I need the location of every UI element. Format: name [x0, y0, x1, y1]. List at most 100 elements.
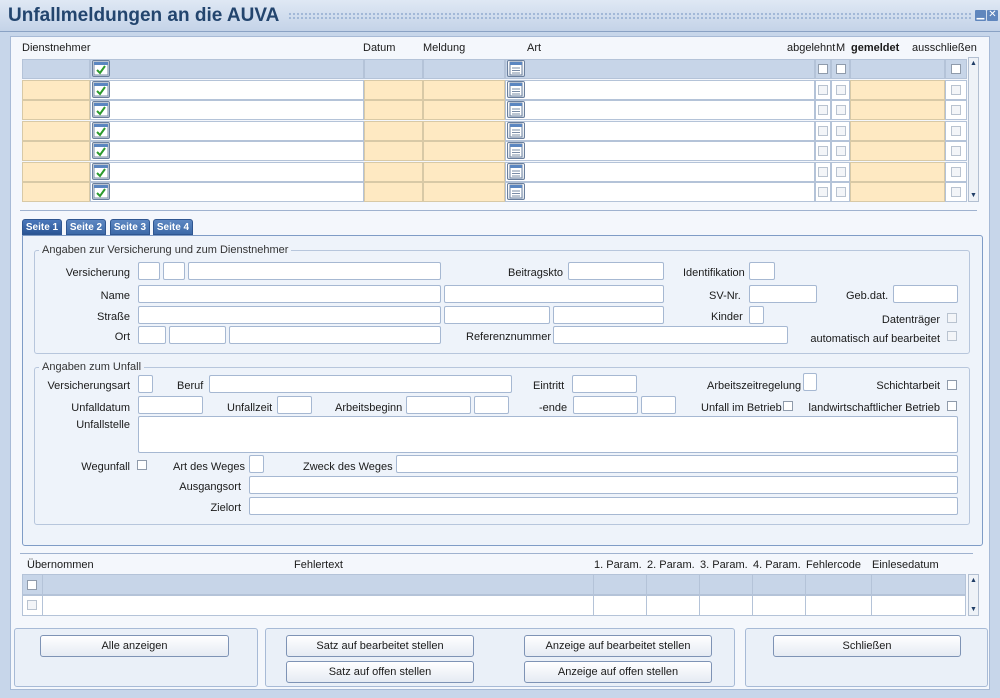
- ausschliessen-checkbox[interactable]: [951, 146, 961, 156]
- calendar-list-icon[interactable]: [507, 162, 525, 180]
- schliessen-button[interactable]: Schließen: [773, 635, 961, 657]
- abgelehnt-checkbox[interactable]: [818, 105, 828, 115]
- calendar-list-icon[interactable]: [507, 121, 525, 139]
- scroll-down-icon[interactable]: ▼: [969, 191, 978, 200]
- ort-field-2[interactable]: [169, 326, 226, 344]
- row-nr-cell[interactable]: [22, 59, 90, 79]
- error-row-2[interactable]: [22, 595, 966, 616]
- row-dienstnehmer-cell[interactable]: [90, 161, 364, 182]
- calendar-list-icon[interactable]: [507, 101, 525, 118]
- row-nr-cell[interactable]: [22, 161, 90, 182]
- versicherung-field-2[interactable]: [163, 262, 185, 280]
- row-art-cell[interactable]: [505, 59, 815, 79]
- row-gemeldet-cell[interactable]: [850, 120, 945, 141]
- strasse-field-2[interactable]: [444, 306, 550, 324]
- row-datum-cell[interactable]: [364, 182, 423, 202]
- scroll-up-icon[interactable]: ▲: [969, 576, 978, 585]
- m-checkbox[interactable]: [836, 64, 846, 74]
- versicherung-field-3[interactable]: [188, 262, 441, 280]
- row-meldung-cell[interactable]: [423, 79, 505, 100]
- row-nr-cell[interactable]: [22, 79, 90, 100]
- ausschliessen-checkbox[interactable]: [951, 64, 961, 74]
- schichtarbeit-checkbox[interactable]: [947, 380, 957, 390]
- row-meldung-cell[interactable]: [423, 182, 505, 202]
- m-checkbox[interactable]: [836, 105, 846, 115]
- row-dienstnehmer-cell[interactable]: [90, 182, 364, 202]
- art-des-weges-field[interactable]: [249, 455, 264, 473]
- ort-field-3[interactable]: [229, 326, 441, 344]
- checked-document-icon[interactable]: [92, 80, 110, 98]
- row-dienstnehmer-cell[interactable]: [90, 79, 364, 100]
- row-meldung-cell[interactable]: [423, 141, 505, 161]
- row-dienstnehmer-cell[interactable]: [90, 59, 364, 79]
- scroll-up-icon[interactable]: ▲: [969, 59, 978, 68]
- abgelehnt-checkbox[interactable]: [818, 166, 828, 177]
- row-art-cell[interactable]: [505, 182, 815, 202]
- ausschliessen-checkbox[interactable]: [951, 125, 961, 136]
- row-datum-cell[interactable]: [364, 161, 423, 182]
- row-gemeldet-cell[interactable]: [850, 59, 945, 79]
- close-icon[interactable]: ✕: [987, 10, 998, 21]
- m-checkbox[interactable]: [836, 146, 846, 156]
- tab-seite-4[interactable]: Seite 4: [153, 219, 193, 235]
- uebernommen-checkbox[interactable]: [27, 580, 37, 590]
- gebdat-field[interactable]: [893, 285, 958, 303]
- row-gemeldet-cell[interactable]: [850, 182, 945, 202]
- strasse-field-3[interactable]: [553, 306, 664, 324]
- identifikation-field[interactable]: [749, 262, 775, 280]
- eintritt-field[interactable]: [572, 375, 637, 393]
- unfalldatum-field[interactable]: [138, 396, 203, 414]
- row-gemeldet-cell[interactable]: [850, 141, 945, 161]
- row-datum-cell[interactable]: [364, 59, 423, 79]
- ausschliessen-checkbox[interactable]: [951, 187, 961, 197]
- ort-plz-field[interactable]: [138, 326, 166, 344]
- versicherung-field-1[interactable]: [138, 262, 160, 280]
- abgelehnt-checkbox[interactable]: [818, 125, 828, 136]
- row-nr-cell[interactable]: [22, 182, 90, 202]
- calendar-list-icon[interactable]: [507, 183, 525, 200]
- tab-seite-1[interactable]: Seite 1: [22, 219, 62, 235]
- kinder-field[interactable]: [749, 306, 764, 324]
- datentraeger-checkbox[interactable]: [947, 313, 957, 323]
- unfallstelle-field[interactable]: [138, 416, 958, 453]
- row-meldung-cell[interactable]: [423, 59, 505, 79]
- row-datum-cell[interactable]: [364, 141, 423, 161]
- row-art-cell[interactable]: [505, 100, 815, 120]
- anzeige-offen-button[interactable]: Anzeige auf offen stellen: [524, 661, 712, 683]
- ende-datum-field[interactable]: [573, 396, 638, 414]
- calendar-list-icon[interactable]: [507, 142, 525, 159]
- name-field-1[interactable]: [138, 285, 441, 303]
- row-datum-cell[interactable]: [364, 79, 423, 100]
- ausschliessen-checkbox[interactable]: [951, 166, 961, 177]
- uebernommen-checkbox[interactable]: [27, 600, 37, 610]
- grid-scrollbar[interactable]: [968, 57, 979, 202]
- row-meldung-cell[interactable]: [423, 120, 505, 141]
- alle-anzeigen-button[interactable]: Alle anzeigen: [40, 635, 229, 657]
- checked-document-icon[interactable]: [92, 142, 110, 159]
- row-art-cell[interactable]: [505, 120, 815, 141]
- scroll-down-icon[interactable]: ▼: [969, 605, 978, 614]
- row-datum-cell[interactable]: [364, 120, 423, 141]
- row-dienstnehmer-cell[interactable]: [90, 100, 364, 120]
- row-meldung-cell[interactable]: [423, 100, 505, 120]
- satz-offen-button[interactable]: Satz auf offen stellen: [286, 661, 474, 683]
- row-art-cell[interactable]: [505, 161, 815, 182]
- calendar-list-icon[interactable]: [507, 80, 525, 98]
- m-checkbox[interactable]: [836, 125, 846, 136]
- row-dienstnehmer-cell[interactable]: [90, 141, 364, 161]
- tab-seite-2[interactable]: Seite 2: [66, 219, 106, 235]
- m-checkbox[interactable]: [836, 166, 846, 177]
- abgelehnt-checkbox[interactable]: [818, 146, 828, 156]
- ausgangsort-field[interactable]: [249, 476, 958, 494]
- wegunfall-checkbox[interactable]: [137, 460, 147, 470]
- arbeitsbeginn-datum-field[interactable]: [406, 396, 471, 414]
- unfallzeit-field[interactable]: [277, 396, 312, 414]
- ausschliessen-checkbox[interactable]: [951, 105, 961, 115]
- row-nr-cell[interactable]: [22, 100, 90, 120]
- strasse-field-1[interactable]: [138, 306, 441, 324]
- unfall-im-betrieb-checkbox[interactable]: [783, 401, 793, 411]
- error-row-1[interactable]: [22, 574, 966, 595]
- checked-document-icon[interactable]: [92, 60, 110, 77]
- row-gemeldet-cell[interactable]: [850, 79, 945, 100]
- zweck-des-weges-field[interactable]: [396, 455, 958, 473]
